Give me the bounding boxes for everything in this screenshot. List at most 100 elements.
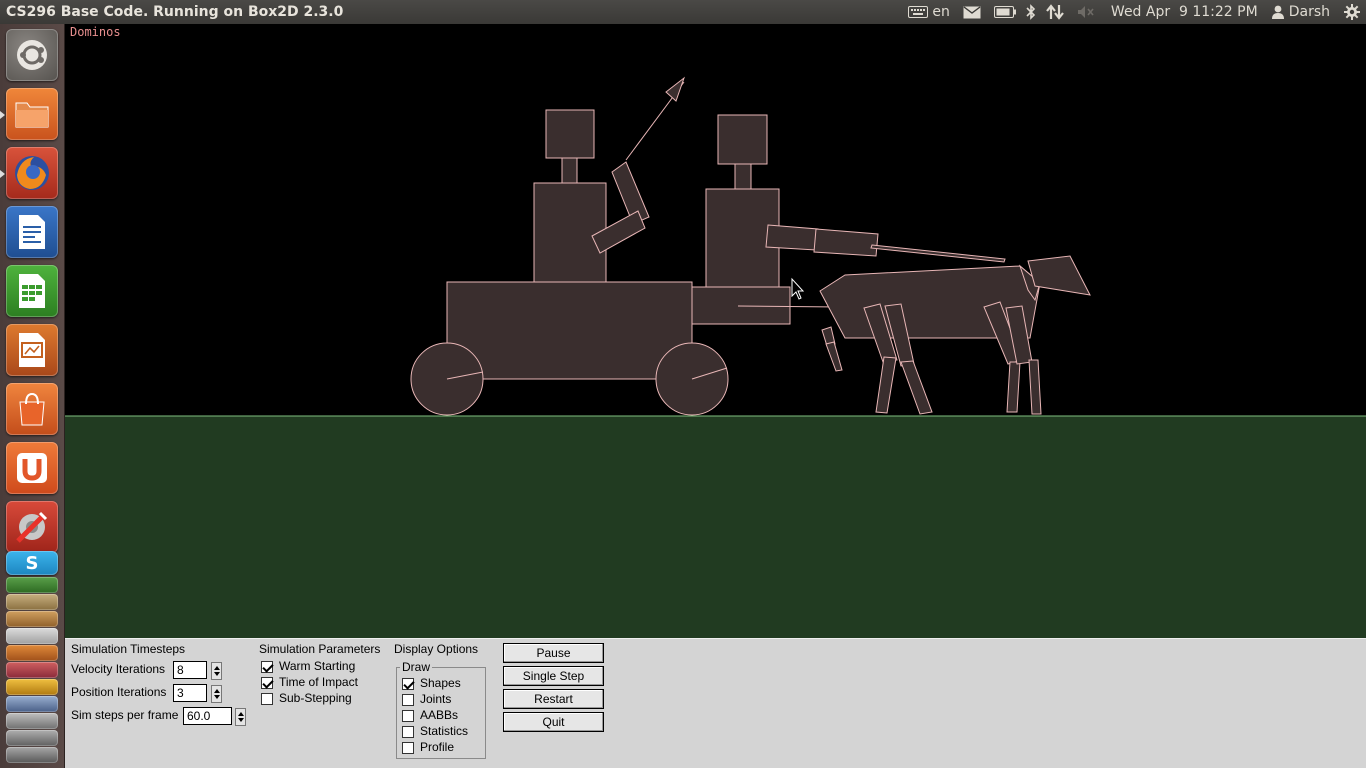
top-panel: CS296 Base Code. Running on Box2D 2.3.0 …: [0, 0, 1366, 24]
launcher-item-ubuntu-one[interactable]: [6, 442, 58, 494]
horse-rear-leg-2-lower: [900, 360, 933, 415]
display-heading: Display Options: [394, 642, 479, 656]
rider2-head: [717, 114, 768, 165]
parameters-heading: Simulation Parameters: [259, 642, 381, 656]
launcher-stacked-item[interactable]: [6, 577, 58, 593]
draw-aabbs-checkbox[interactable]: [402, 710, 414, 722]
param-sub-stepping-checkbox[interactable]: [261, 693, 273, 705]
test-name-label: Dominos: [70, 25, 121, 39]
cart-body: [446, 281, 693, 380]
draw-joints-checkbox[interactable]: [402, 694, 414, 706]
launcher-item-system-settings[interactable]: [6, 501, 58, 553]
launcher-stacked-item[interactable]: [6, 747, 58, 763]
simulation-canvas[interactable]: Dominos: [65, 24, 1366, 638]
ubuntu-one-icon: [17, 453, 47, 483]
launcher-item-dash[interactable]: [6, 29, 58, 81]
horse-front-leg-2-lower: [1028, 359, 1042, 415]
param-warm-starting-checkbox[interactable]: [261, 661, 273, 673]
launcher-stacked-item[interactable]: [6, 611, 58, 627]
launcher-stacked-item[interactable]: [6, 713, 58, 729]
skype-icon: S: [25, 552, 39, 574]
rider2-upper-arm: [765, 224, 819, 251]
restart-button[interactable]: Restart: [503, 689, 604, 709]
param-warm-starting-label[interactable]: Warm Starting: [279, 659, 355, 673]
rider2-neck: [734, 163, 752, 190]
rider1-torso: [533, 182, 607, 283]
draw-aabbs-label[interactable]: AABBs: [420, 708, 458, 722]
firefox-icon: [15, 156, 49, 190]
launcher-item-files[interactable]: [6, 88, 58, 140]
calc-spreadsheet-icon: [19, 274, 45, 308]
draw-shapes-label[interactable]: Shapes: [420, 676, 461, 690]
ubuntu-logo-icon: [17, 40, 47, 70]
clock[interactable]: Wed Apr 9 11:22 PM: [1103, 0, 1266, 24]
indicator-area: en Wed Apr 9 11:22 PM Darsh: [903, 0, 1366, 24]
mail-icon[interactable]: [955, 0, 989, 24]
position-iterations-spinner[interactable]: [211, 685, 222, 703]
draw-profile-label[interactable]: Profile: [420, 740, 454, 754]
horse-front-leg-1-lower: [1006, 361, 1021, 413]
launcher-stacked-item[interactable]: [6, 594, 58, 610]
keyboard-layout: en: [932, 4, 950, 20]
keyboard-icon[interactable]: en: [903, 0, 955, 24]
draw-joints-label[interactable]: Joints: [420, 692, 451, 706]
launcher-stacked-item[interactable]: [6, 730, 58, 746]
draw-group-label: Draw: [400, 660, 433, 674]
single-step-button[interactable]: Single Step: [503, 666, 604, 686]
velocity-iterations-input[interactable]: 8: [173, 661, 207, 679]
writer-document-icon: [19, 215, 45, 249]
bluetooth-icon[interactable]: [1021, 0, 1041, 24]
sim-steps-spinner[interactable]: [235, 708, 246, 726]
position-iterations-input[interactable]: 3: [173, 684, 207, 702]
launcher-item-calc[interactable]: [6, 265, 58, 317]
launcher-item-writer[interactable]: [6, 206, 58, 258]
settings-tools-icon: [16, 511, 48, 543]
shopping-bag-icon: [19, 392, 45, 426]
network-icon[interactable]: [1041, 0, 1069, 24]
rider1-spear-tip: [665, 76, 686, 102]
draw-profile-checkbox[interactable]: [402, 742, 414, 754]
gear-icon[interactable]: [1336, 0, 1366, 24]
rider1-head: [545, 109, 595, 159]
velocity-iterations-spinner[interactable]: [211, 662, 222, 680]
launcher-item-software-center[interactable]: [6, 383, 58, 435]
launcher: S: [0, 24, 65, 768]
window-title: CS296 Base Code. Running on Box2D 2.3.0: [6, 4, 344, 20]
launcher-stacked-item[interactable]: [6, 696, 58, 712]
user-icon: [1271, 5, 1284, 19]
folder-icon: [15, 102, 49, 128]
rider2-forearm: [813, 228, 879, 257]
user-menu[interactable]: Darsh: [1266, 0, 1336, 24]
velocity-iterations-label: Velocity Iterations: [71, 662, 166, 676]
pause-button[interactable]: Pause: [503, 643, 604, 663]
simulation-scene: [65, 76, 1366, 638]
horse-tail-2: [825, 341, 843, 372]
position-iterations-label: Position Iterations: [71, 685, 167, 699]
param-time-of-impact-checkbox[interactable]: [261, 677, 273, 689]
timesteps-heading: Simulation Timesteps: [71, 642, 186, 656]
launcher-item-firefox[interactable]: [6, 147, 58, 199]
param-sub-stepping-label[interactable]: Sub-Stepping: [279, 691, 352, 705]
launcher-item-skype[interactable]: S: [6, 551, 58, 575]
sim-steps-label: Sim steps per frame: [71, 708, 179, 722]
battery-icon[interactable]: [989, 0, 1021, 24]
control-panel: Simulation Timesteps Velocity Iterations…: [65, 638, 1366, 768]
ground: [65, 416, 1366, 638]
draw-shapes-checkbox[interactable]: [402, 678, 414, 690]
draw-statistics-label[interactable]: Statistics: [420, 724, 468, 738]
quit-button[interactable]: Quit: [503, 712, 604, 732]
mouse-cursor: [791, 277, 805, 300]
impress-presentation-icon: [19, 333, 45, 367]
param-time-of-impact-label[interactable]: Time of Impact: [279, 675, 358, 689]
cart-front-block: [691, 286, 791, 325]
rider1-neck: [561, 157, 578, 184]
sim-steps-input[interactable]: 60.0: [183, 707, 232, 725]
draw-statistics-checkbox[interactable]: [402, 726, 414, 738]
volume-muted-icon[interactable]: [1069, 0, 1103, 24]
launcher-stacked-item[interactable]: [6, 662, 58, 678]
launcher-stacked-item[interactable]: [6, 628, 58, 644]
launcher-stacked-item[interactable]: [6, 645, 58, 661]
launcher-stacked-item[interactable]: [6, 679, 58, 695]
horse-rear-leg-1-lower: [875, 356, 897, 414]
launcher-item-impress[interactable]: [6, 324, 58, 376]
